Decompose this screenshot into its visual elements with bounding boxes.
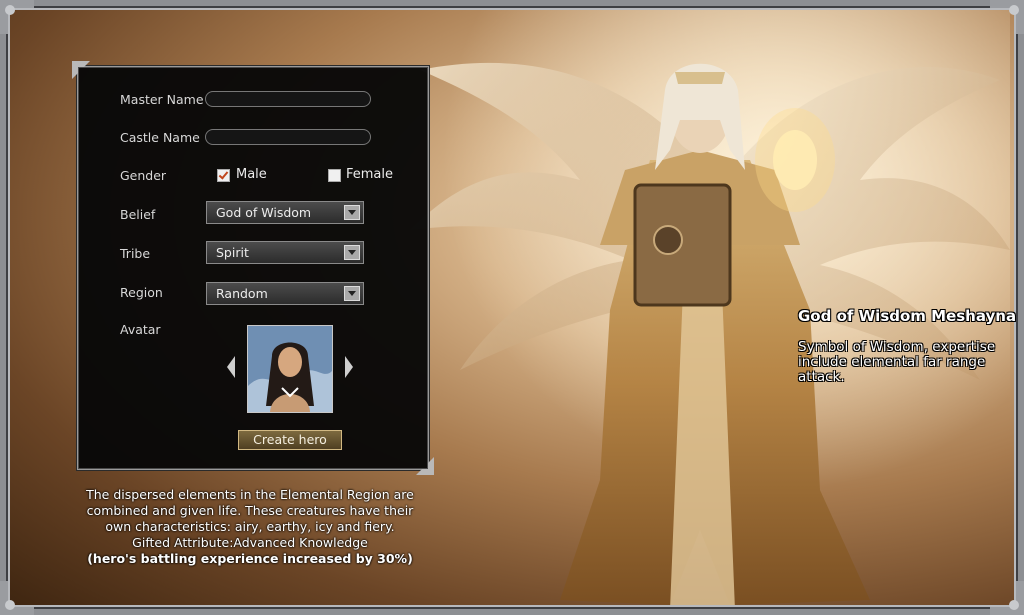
- gifted-attribute: Gifted Attribute:Advanced Knowledge: [132, 535, 368, 550]
- hero-creation-panel: Master Name Castle Name Gender Male Fema…: [72, 61, 434, 475]
- avatar-next-arrow-icon[interactable]: [344, 355, 354, 379]
- god-name: God of Wisdom Meshayna: [798, 307, 1017, 325]
- create-hero-button[interactable]: Create hero: [238, 430, 342, 450]
- gender-male-checkbox[interactable]: [217, 169, 230, 182]
- description-line: The dispersed elements in the Elemental …: [86, 487, 414, 502]
- frame-corner-ornament: [990, 581, 1024, 615]
- frame-corner-ornament: [0, 581, 34, 615]
- chevron-down-icon[interactable]: [344, 286, 360, 301]
- avatar-label: Avatar: [120, 322, 161, 337]
- description-line: own characteristics: airy, earthy, icy a…: [105, 519, 395, 534]
- gender-female-checkbox[interactable]: [328, 169, 341, 182]
- panel-corner-ornament: [416, 457, 434, 475]
- chevron-down-icon[interactable]: [344, 245, 360, 260]
- region-select[interactable]: Random: [206, 282, 364, 305]
- avatar-portrait: [247, 325, 333, 413]
- castle-name-input[interactable]: [205, 129, 371, 145]
- tribe-select[interactable]: Spirit: [206, 241, 364, 264]
- avatar-prev-arrow-icon[interactable]: [226, 355, 236, 379]
- gender-female-label[interactable]: Female: [346, 167, 393, 182]
- region-label: Region: [120, 285, 163, 300]
- region-selected-value: Random: [216, 286, 268, 301]
- master-name-input[interactable]: [205, 91, 371, 107]
- experience-bonus: (hero's battling experience increased by…: [87, 551, 413, 566]
- tribe-label: Tribe: [120, 246, 151, 261]
- master-name-label: Master Name: [120, 92, 204, 107]
- description-line: combined and given life. These creatures…: [86, 503, 414, 518]
- game-screen: Master Name Castle Name Gender Male Fema…: [0, 0, 1024, 615]
- belief-selected-value: God of Wisdom: [216, 205, 312, 220]
- gender-label: Gender: [120, 168, 167, 183]
- belief-select[interactable]: God of Wisdom: [206, 201, 364, 224]
- chevron-down-icon[interactable]: [344, 205, 360, 220]
- god-description: Symbol of Wisdom, expertise include elem…: [798, 339, 996, 385]
- panel-corner-ornament: [72, 61, 90, 79]
- gender-male-label[interactable]: Male: [236, 167, 267, 182]
- tribe-selected-value: Spirit: [216, 245, 249, 260]
- frame-corner-ornament: [990, 0, 1024, 34]
- frame-corner-ornament: [0, 0, 34, 34]
- belief-label: Belief: [120, 207, 156, 222]
- castle-name-label: Castle Name: [120, 130, 200, 145]
- tribe-description: The dispersed elements in the Elemental …: [70, 487, 430, 567]
